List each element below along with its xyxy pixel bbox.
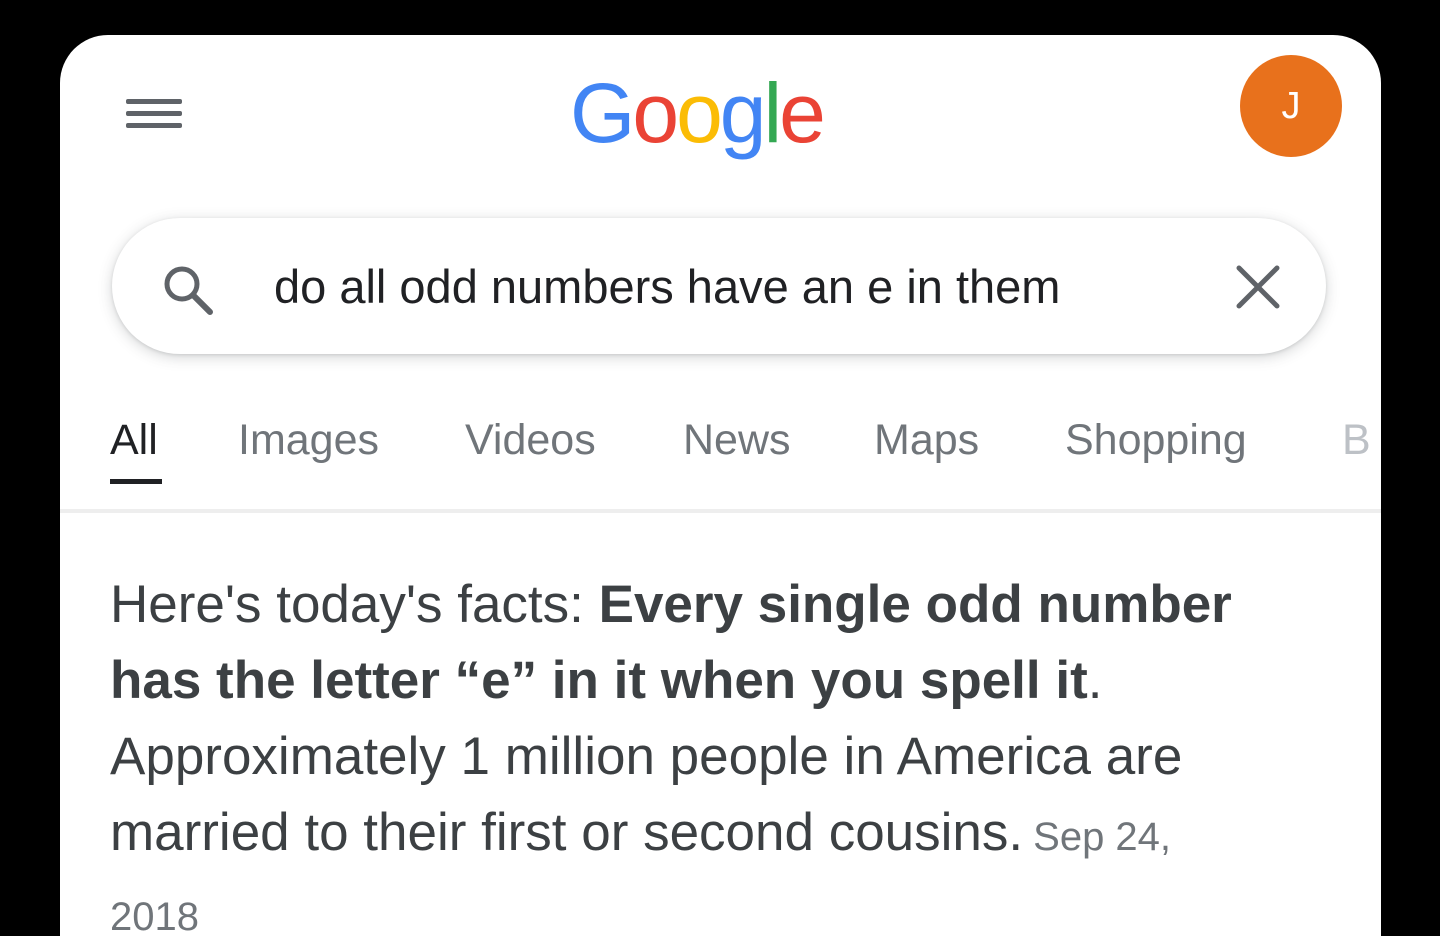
hamburger-menu-icon[interactable]: [124, 93, 184, 133]
search-results-screen: Google J All Images Videos News Maps Sho…: [60, 35, 1381, 936]
logo-letter: e: [779, 66, 826, 160]
tab-videos[interactable]: Videos: [465, 415, 596, 465]
tab-all[interactable]: All: [110, 415, 158, 465]
tab-maps[interactable]: Maps: [874, 415, 979, 465]
featured-snippet: Here's today's facts: Every single odd n…: [110, 567, 1240, 936]
active-tab-indicator: [110, 479, 162, 484]
search-tabs: All Images Videos News Maps Shopping B: [60, 415, 1381, 515]
account-avatar[interactable]: J: [1240, 55, 1342, 157]
search-icon[interactable]: [158, 260, 218, 320]
logo-letter: o: [676, 66, 723, 160]
search-bar[interactable]: [112, 218, 1326, 354]
logo-letter: g: [719, 66, 767, 160]
tabs-divider: [60, 509, 1381, 513]
snippet-lead: Here's today's facts:: [110, 575, 599, 634]
snippet-body: Approximately 1 million people in Americ…: [110, 727, 1183, 862]
logo-letter: G: [570, 66, 635, 160]
logo-letter: o: [632, 66, 679, 160]
close-icon[interactable]: [1234, 263, 1282, 311]
tab-shopping[interactable]: Shopping: [1065, 415, 1247, 465]
logo-letter: l: [763, 66, 783, 160]
snippet-period: .: [1087, 651, 1103, 710]
search-input[interactable]: [274, 254, 1214, 318]
google-logo[interactable]: Google: [570, 63, 826, 163]
tab-images[interactable]: Images: [238, 415, 379, 465]
tab-books-partial[interactable]: B: [1342, 415, 1371, 465]
tab-news[interactable]: News: [683, 415, 791, 465]
